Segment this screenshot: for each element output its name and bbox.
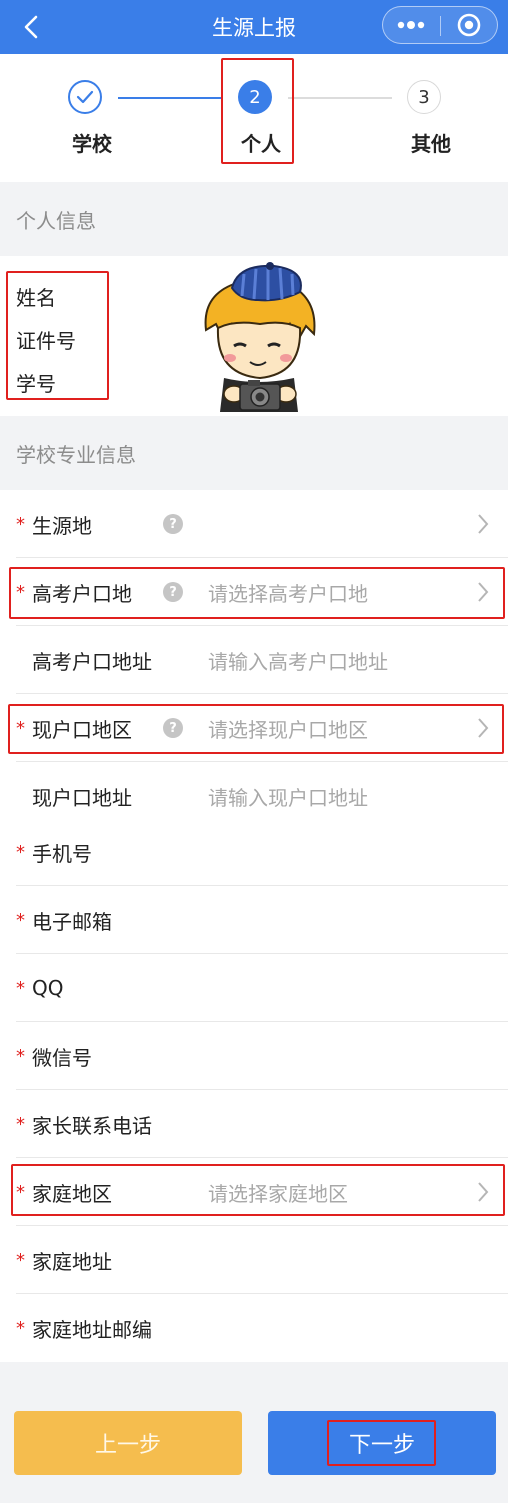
form-row-email[interactable]: * 电子邮箱 — [0, 886, 508, 954]
required-mark: * — [16, 514, 25, 535]
next-step-button[interactable]: 下一步 — [268, 1411, 496, 1475]
step-1-label: 学校 — [72, 132, 112, 156]
field-label: 手机号 — [32, 841, 92, 866]
close-mini-program-button[interactable] — [441, 7, 498, 43]
more-button[interactable] — [383, 7, 440, 43]
required-mark: * — [16, 1250, 25, 1271]
step-connector-2 — [288, 97, 392, 99]
form-row-origin[interactable]: * 生源地 ? — [0, 490, 508, 558]
field-label: 电子邮箱 — [32, 909, 112, 934]
form-row-current-hukou-region[interactable]: * 现户口地区 ? 请选择现户口地区 — [0, 694, 508, 762]
form-row-qq[interactable]: * QQ — [0, 954, 508, 1022]
field-label: 家庭地区 — [32, 1181, 112, 1206]
section-personal-info: 个人信息 — [0, 182, 508, 256]
form-row-wechat[interactable]: * 微信号 — [0, 1022, 508, 1090]
step-1-circle — [68, 80, 102, 114]
form-row-parent-phone[interactable]: * 家长联系电话 — [0, 1090, 508, 1158]
select-placeholder: 请选择家庭地区 — [208, 1181, 348, 1206]
field-label: QQ — [32, 976, 64, 1000]
required-mark: * — [16, 1114, 25, 1135]
step-indicator: 学校 2 个人 3 其他 — [0, 54, 508, 182]
step-2-label: 个人 — [241, 132, 281, 156]
required-mark: * — [16, 978, 25, 999]
nav-header: 生源上报 — [0, 0, 508, 54]
input-placeholder[interactable]: 请输入高考户口地址 — [208, 626, 388, 694]
field-label: 家庭地址邮编 — [32, 1317, 152, 1342]
required-mark: * — [16, 1182, 25, 1203]
form-row-exam-hukou-address[interactable]: 高考户口地址 请输入高考户口地址 — [0, 626, 508, 694]
next-step-label: 下一步 — [348, 1433, 415, 1458]
field-label: 高考户口地址 — [32, 649, 152, 674]
chevron-right-icon — [478, 1182, 489, 1202]
form-row-exam-hukou-place[interactable]: * 高考户口地 ? 请选择高考户口地 — [0, 558, 508, 626]
field-label: 家庭地址 — [32, 1249, 112, 1274]
id-number-label: 证件号 — [16, 329, 76, 353]
field-label: 高考户口地 — [32, 581, 132, 606]
select-placeholder: 请选择高考户口地 — [208, 581, 368, 606]
required-mark: * — [16, 1318, 25, 1339]
field-label: 生源地 — [32, 513, 92, 538]
step-3-circle: 3 — [407, 80, 441, 114]
personal-info-block: 姓名 证件号 学号 — [0, 256, 508, 416]
field-label: 家长联系电话 — [32, 1113, 152, 1138]
section-school-major-info: 学校专业信息 — [0, 416, 508, 490]
chevron-right-icon — [478, 582, 489, 602]
form-row-home-postcode[interactable]: * 家庭地址邮编 — [0, 1294, 508, 1362]
step-3-label: 其他 — [411, 132, 451, 156]
required-mark: * — [16, 1046, 25, 1067]
step-2-circle: 2 — [238, 80, 272, 114]
target-circle-icon — [457, 13, 481, 37]
prev-step-button[interactable]: 上一步 — [14, 1411, 242, 1475]
form-row-home-address[interactable]: * 家庭地址 — [0, 1226, 508, 1294]
help-icon[interactable]: ? — [163, 718, 183, 738]
help-icon[interactable]: ? — [163, 514, 183, 534]
help-icon[interactable]: ? — [163, 582, 183, 602]
check-icon — [76, 90, 94, 104]
form-row-home-region[interactable]: * 家庭地区 请选择家庭地区 — [0, 1158, 508, 1226]
field-label: 微信号 — [32, 1045, 92, 1070]
mini-program-capsule — [382, 6, 498, 44]
form-row-mobile[interactable]: * 手机号 — [0, 818, 508, 886]
required-mark: * — [16, 842, 25, 863]
required-mark: * — [16, 718, 25, 739]
chevron-right-icon — [478, 718, 489, 738]
required-mark: * — [16, 582, 25, 603]
student-number-label: 学号 — [16, 372, 56, 396]
info-form: * 生源地 ? * 高考户口地 ? 请选择高考户口地 高考户口地址 请输入高考户… — [0, 490, 508, 1362]
chevron-right-icon — [478, 514, 489, 534]
step-connector-1 — [118, 97, 222, 99]
more-dots-icon — [398, 21, 425, 29]
required-mark: * — [16, 910, 25, 931]
select-placeholder: 请选择现户口地区 — [208, 717, 368, 742]
name-label: 姓名 — [16, 286, 56, 310]
field-label: 现户口地区 — [32, 717, 132, 742]
cartoon-photographer-illustration — [204, 262, 316, 412]
